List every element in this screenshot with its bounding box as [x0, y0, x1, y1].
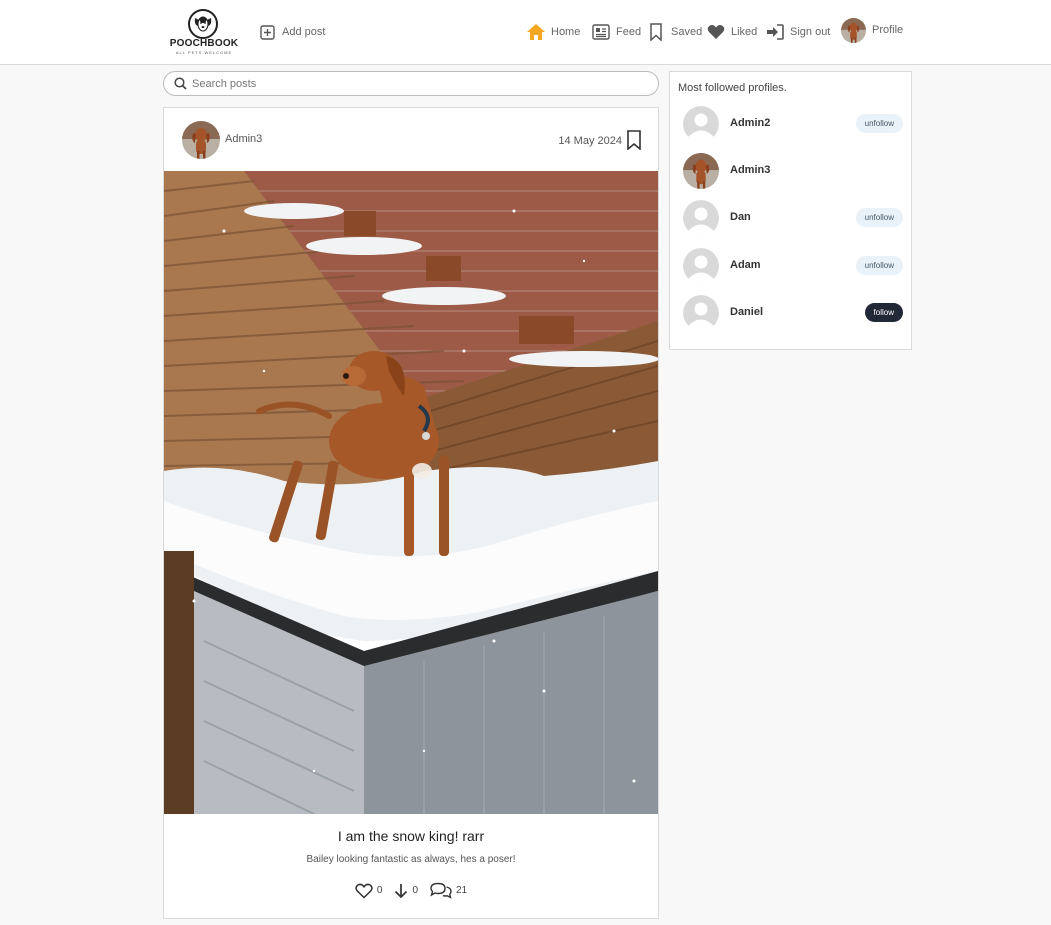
- nav-saved[interactable]: Saved: [646, 21, 702, 43]
- default-avatar[interactable]: [683, 248, 719, 284]
- nav-home[interactable]: Home: [526, 21, 580, 43]
- default-avatar[interactable]: [683, 200, 719, 236]
- nav-liked[interactable]: Liked: [706, 21, 757, 43]
- profile-row: Dan unfollow: [670, 196, 911, 240]
- nav-profile-label: Profile: [872, 24, 904, 36]
- nav-add-post[interactable]: Add post: [257, 21, 325, 43]
- arrow-down-icon: [395, 883, 408, 898]
- default-avatar[interactable]: [683, 106, 719, 142]
- nav-saved-label: Saved: [671, 26, 703, 38]
- default-avatar[interactable]: [683, 295, 719, 331]
- search-bar: [163, 71, 659, 96]
- nav-profile[interactable]: Profile: [841, 17, 904, 43]
- home-icon: [526, 22, 546, 42]
- navbar: POOCHBOOK ALL PETS WELCOME Add post Home…: [0, 0, 1051, 65]
- like-button[interactable]: 0: [355, 883, 383, 899]
- post-stats: 0 0 21: [164, 882, 658, 899]
- nav-liked-label: Liked: [731, 26, 758, 38]
- profile-row: Admin3: [670, 149, 911, 193]
- nav-home-label: Home: [551, 26, 581, 38]
- sign-out-icon: [765, 22, 785, 42]
- comments-icon: [430, 882, 452, 899]
- profile-name[interactable]: Dan: [730, 211, 751, 223]
- unfollow-button[interactable]: unfollow: [855, 114, 903, 133]
- profile-name[interactable]: Adam: [730, 259, 761, 271]
- bookmark-icon[interactable]: [626, 130, 642, 151]
- profile-avatar: [841, 17, 866, 43]
- dog-avatar[interactable]: [683, 153, 719, 189]
- follow-button[interactable]: follow: [864, 303, 903, 322]
- newspaper-icon: [591, 22, 611, 42]
- search-input[interactable]: [192, 77, 632, 90]
- unfollow-button[interactable]: unfollow: [855, 256, 903, 275]
- profile-row: Adam unfollow: [670, 244, 911, 288]
- profile-name[interactable]: Admin3: [730, 164, 770, 176]
- panel-title: Most followed profiles.: [678, 82, 787, 94]
- post-card: Admin3 14 May 2024 I am the snow king! r…: [163, 107, 659, 919]
- most-followed-panel: Most followed profiles. Admin2 unfollow …: [669, 71, 912, 350]
- nav-feed-label: Feed: [616, 26, 642, 38]
- nav-sign-out[interactable]: Sign out: [765, 21, 830, 43]
- profile-row: Daniel follow: [670, 291, 911, 335]
- post-date: 14 May 2024: [558, 135, 622, 147]
- post-author-avatar[interactable]: [182, 121, 220, 159]
- profile-name[interactable]: Daniel: [730, 306, 763, 318]
- profile-name[interactable]: Admin2: [730, 117, 770, 129]
- comment-count: 21: [456, 885, 468, 896]
- poochbook-logo[interactable]: POOCHBOOK ALL PETS WELCOME: [166, 8, 242, 58]
- search-icon: [174, 77, 187, 90]
- nav-feed[interactable]: Feed: [591, 21, 641, 43]
- unfollow-button[interactable]: unfollow: [855, 208, 903, 227]
- nav-sign-out-label: Sign out: [790, 26, 831, 38]
- post-author-name[interactable]: Admin3: [225, 133, 262, 145]
- plus-square-icon: [257, 22, 277, 42]
- post-image[interactable]: [164, 171, 658, 814]
- downvote-button[interactable]: 0: [394, 883, 418, 899]
- dog-logo-icon: [188, 9, 218, 39]
- downvote-count: 0: [412, 885, 418, 896]
- bookmark-icon: [646, 22, 666, 42]
- comments-button[interactable]: 21: [430, 882, 467, 899]
- heart-icon: [706, 22, 726, 42]
- like-count: 0: [376, 885, 383, 896]
- brand-name: POOCHBOOK: [169, 38, 239, 49]
- brand-tagline: ALL PETS WELCOME: [175, 50, 233, 55]
- heart-outline-icon: [355, 883, 373, 899]
- profile-row: Admin2 unfollow: [670, 102, 911, 146]
- post-title: I am the snow king! rarr: [337, 828, 485, 844]
- post-description: Bailey looking fantastic as always, hes …: [306, 854, 516, 865]
- nav-add-post-label: Add post: [282, 26, 326, 38]
